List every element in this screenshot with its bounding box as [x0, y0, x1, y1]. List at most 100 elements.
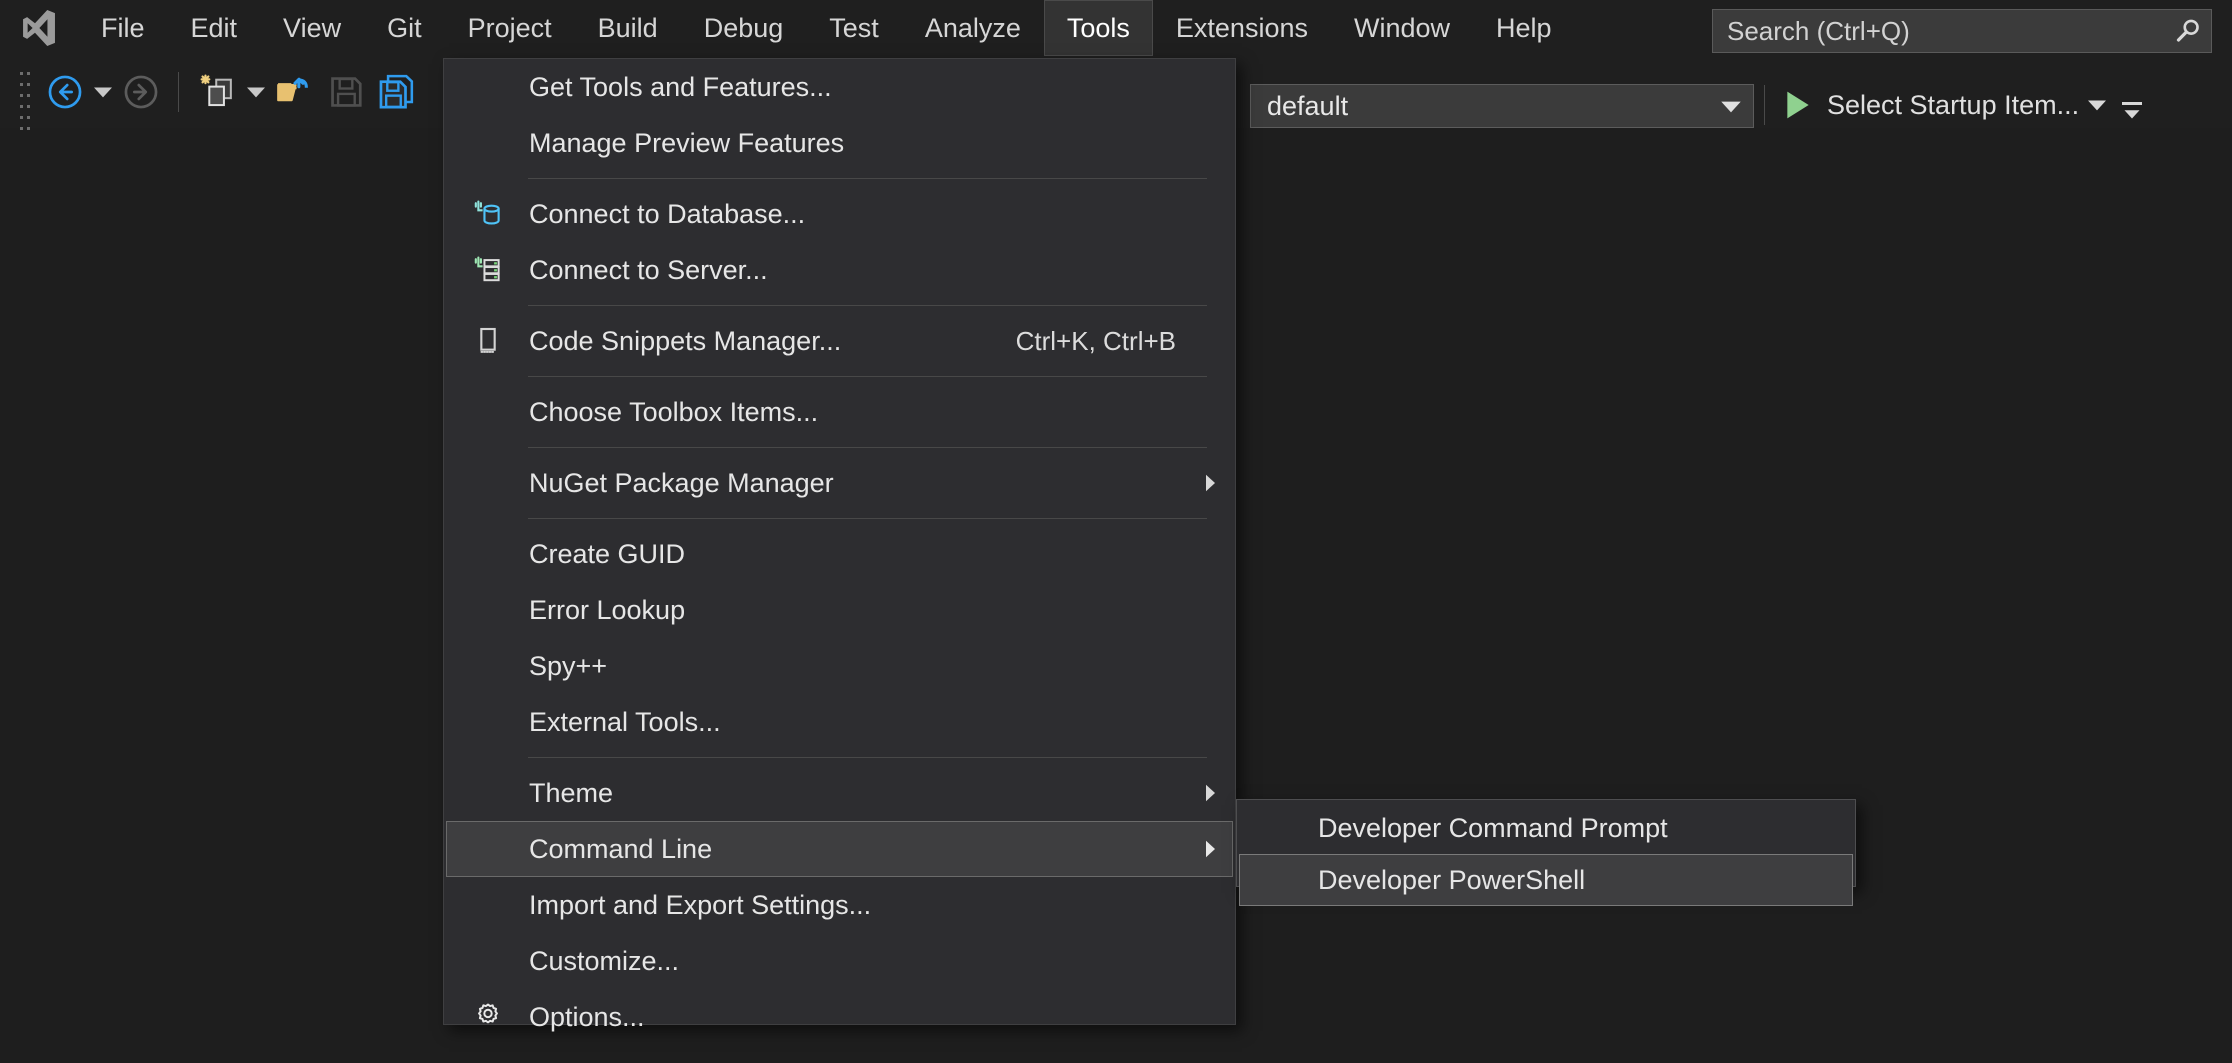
command-line-submenu: Developer Command Prompt Developer Power… [1236, 799, 1856, 887]
submenu-item-developer-powershell[interactable]: Developer PowerShell [1239, 854, 1853, 906]
save-all-button[interactable] [371, 65, 421, 119]
menu-item-label: Spy++ [529, 651, 1232, 682]
menu-item-icon-slot [447, 116, 529, 170]
menu-item-manage-preview-features[interactable]: Manage Preview Features [446, 115, 1233, 171]
menubar-item-project[interactable]: Project [445, 0, 575, 56]
menubar-item-view[interactable]: View [260, 0, 364, 56]
menu-item-label: Error Lookup [529, 595, 1232, 626]
menu-item-label: Connect to Server... [529, 255, 1232, 286]
menu-item-label: Command Line [529, 834, 1188, 865]
menu-item-code-snippets-manager[interactable]: Code Snippets Manager... Ctrl+K, Ctrl+B [446, 313, 1233, 369]
menubar-item-edit[interactable]: Edit [168, 0, 261, 56]
menu-item-theme[interactable]: Theme [446, 765, 1233, 821]
menu-item-command-line[interactable]: Command Line [446, 821, 1233, 877]
submenu-item-label: Developer Command Prompt [1240, 813, 1668, 844]
menu-item-import-and-export-settings[interactable]: Import and Export Settings... [446, 877, 1233, 933]
menu-separator [528, 305, 1207, 306]
menubar-item-label: Build [598, 15, 658, 42]
play-triangle-icon[interactable] [1783, 89, 1813, 121]
open-file-button[interactable] [269, 65, 321, 119]
startup-item-dropdown[interactable] [2079, 99, 2115, 111]
search-icon[interactable] [2165, 16, 2211, 46]
menubar-item-label: Window [1354, 15, 1450, 42]
menu-separator [528, 757, 1207, 758]
menubar-item-test[interactable]: Test [806, 0, 902, 56]
menu-item-external-tools[interactable]: External Tools... [446, 694, 1233, 750]
toolbar-separator [178, 72, 179, 112]
navigate-backward-dropdown[interactable] [90, 86, 116, 98]
configuration-value: default [1251, 91, 1709, 122]
menubar-item-label: Test [829, 15, 879, 42]
connect-database-icon [447, 187, 529, 241]
submenu-item-label: Developer PowerShell [1240, 865, 1585, 896]
menu-item-nuget-package-manager[interactable]: NuGet Package Manager [446, 455, 1233, 511]
menu-item-label: Theme [529, 778, 1188, 809]
menu-item-connect-to-database[interactable]: Connect to Database... [446, 186, 1233, 242]
chevron-down-icon[interactable] [1709, 100, 1753, 113]
toolbar-overflow-icon[interactable] [2115, 92, 2149, 119]
submenu-item-developer-command-prompt[interactable]: Developer Command Prompt [1239, 802, 1853, 854]
connect-server-icon [447, 243, 529, 297]
menubar-item-label: Extensions [1176, 15, 1308, 42]
menu-item-icon-slot [447, 878, 529, 932]
search-input[interactable]: Search (Ctrl+Q) [1712, 9, 2212, 53]
startup-item-label[interactable]: Select Startup Item... [1827, 90, 2079, 121]
menu-item-icon-slot [447, 527, 529, 581]
menubar-item-tools[interactable]: Tools [1044, 0, 1153, 56]
menu-item-icon-slot [447, 695, 529, 749]
menubar-item-analyze[interactable]: Analyze [902, 0, 1044, 56]
search-placeholder: Search (Ctrl+Q) [1713, 16, 2165, 47]
toolbar-separator [1764, 85, 1765, 125]
configuration-dropdown[interactable]: default [1250, 84, 1754, 128]
menu-item-label: External Tools... [529, 707, 1232, 738]
save-button[interactable] [321, 65, 371, 119]
menu-item-customize[interactable]: Customize... [446, 933, 1233, 989]
menu-separator [528, 518, 1207, 519]
menubar-item-file[interactable]: File [78, 0, 168, 56]
menubar-item-help[interactable]: Help [1473, 0, 1575, 56]
menu-item-options[interactable]: Options... [446, 989, 1233, 1045]
menu-item-choose-toolbox-items[interactable]: Choose Toolbox Items... [446, 384, 1233, 440]
menu-item-error-lookup[interactable]: Error Lookup [446, 582, 1233, 638]
menu-item-label: Options... [529, 1002, 1232, 1033]
menu-item-icon-slot [447, 456, 529, 510]
menu-item-icon-slot [447, 822, 529, 876]
menu-item-label: NuGet Package Manager [529, 468, 1188, 499]
menubar-item-label: Project [468, 15, 552, 42]
menubar-item-label: Analyze [925, 15, 1021, 42]
menubar-item-git[interactable]: Git [364, 0, 445, 56]
menubar-item-label: Tools [1067, 15, 1130, 42]
new-project-button[interactable] [191, 65, 243, 119]
menu-item-spy-plus-plus[interactable]: Spy++ [446, 638, 1233, 694]
menu-item-get-tools-and-features[interactable]: Get Tools and Features... [446, 59, 1233, 115]
drag-grip-icon[interactable] [20, 72, 30, 112]
menu-item-icon-slot [447, 766, 529, 820]
menu-item-label: Manage Preview Features [529, 128, 1232, 159]
menubar-item-label: View [283, 15, 341, 42]
menubar-item-label: File [101, 15, 145, 42]
code-snippets-icon [447, 314, 529, 368]
new-project-dropdown[interactable] [243, 86, 269, 98]
menubar-item-window[interactable]: Window [1331, 0, 1473, 56]
menu-item-label: Choose Toolbox Items... [529, 397, 1232, 428]
menubar-item-debug[interactable]: Debug [681, 0, 807, 56]
navigate-forward-button[interactable] [116, 65, 166, 119]
menu-item-label: Get Tools and Features... [529, 72, 1232, 103]
visual-studio-logo-icon [14, 5, 60, 51]
menu-item-shortcut: Ctrl+K, Ctrl+B [1016, 326, 1232, 357]
menubar-item-label: Git [387, 15, 422, 42]
menubar-item-extensions[interactable]: Extensions [1153, 0, 1331, 56]
menu-item-icon-slot [447, 583, 529, 637]
menu-item-label: Import and Export Settings... [529, 890, 1232, 921]
menubar-item-label: Edit [191, 15, 238, 42]
menu-separator [528, 178, 1207, 179]
menubar-item-build[interactable]: Build [575, 0, 681, 56]
menu-separator [528, 376, 1207, 377]
menubar-item-label: Help [1496, 15, 1552, 42]
menu-item-icon-slot [447, 385, 529, 439]
navigate-backward-button[interactable] [40, 65, 90, 119]
menu-item-create-guid[interactable]: Create GUID [446, 526, 1233, 582]
menu-item-connect-to-server[interactable]: Connect to Server... [446, 242, 1233, 298]
chevron-right-icon [1188, 840, 1232, 858]
startup-item-group: Select Startup Item... [1764, 78, 2149, 132]
